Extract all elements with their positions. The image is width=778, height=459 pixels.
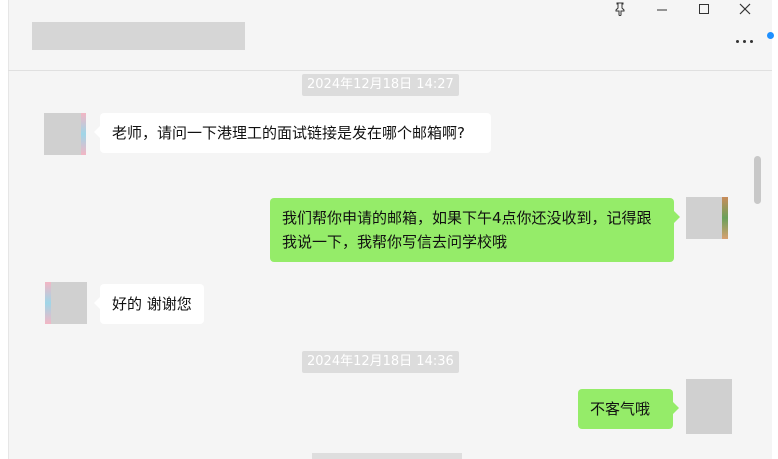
left-panel-edge bbox=[0, 0, 9, 459]
chat-title-redacted bbox=[32, 22, 245, 50]
input-area-top-edge bbox=[312, 453, 462, 459]
pin-icon bbox=[615, 2, 625, 16]
close-button[interactable] bbox=[731, 0, 759, 18]
user-avatar[interactable] bbox=[686, 197, 728, 239]
notification-dot bbox=[767, 32, 774, 39]
maximize-icon bbox=[699, 4, 709, 14]
message-bubble-received[interactable]: 好的 谢谢您 bbox=[94, 284, 204, 324]
message-bubble-sent[interactable]: 不客气哦 bbox=[578, 389, 679, 429]
minimize-button[interactable] bbox=[648, 0, 676, 18]
contact-avatar[interactable] bbox=[45, 282, 87, 324]
contact-avatar[interactable] bbox=[44, 113, 86, 155]
header-divider bbox=[8, 70, 772, 71]
message-bubble-received[interactable]: 老师，请问一下港理工的面试链接是发在哪个邮箱啊? bbox=[94, 113, 491, 153]
more-options-button[interactable] bbox=[732, 32, 756, 50]
timestamp: 2024年12月18日 14:27 bbox=[302, 74, 459, 96]
close-icon bbox=[739, 3, 751, 15]
pin-button[interactable] bbox=[606, 0, 634, 18]
maximize-button[interactable] bbox=[690, 0, 718, 18]
more-icon bbox=[734, 39, 755, 43]
user-avatar[interactable] bbox=[686, 379, 732, 434]
right-panel-edge bbox=[772, 0, 778, 459]
timestamp: 2024年12月18日 14:36 bbox=[302, 351, 459, 373]
minimize-icon bbox=[657, 9, 667, 11]
scrollbar-thumb[interactable] bbox=[754, 156, 761, 204]
message-bubble-sent[interactable]: 我们帮你申请的邮箱，如果下午4点你还没收到，记得跟我说一下，我帮你写信去问学校哦 bbox=[270, 198, 680, 262]
